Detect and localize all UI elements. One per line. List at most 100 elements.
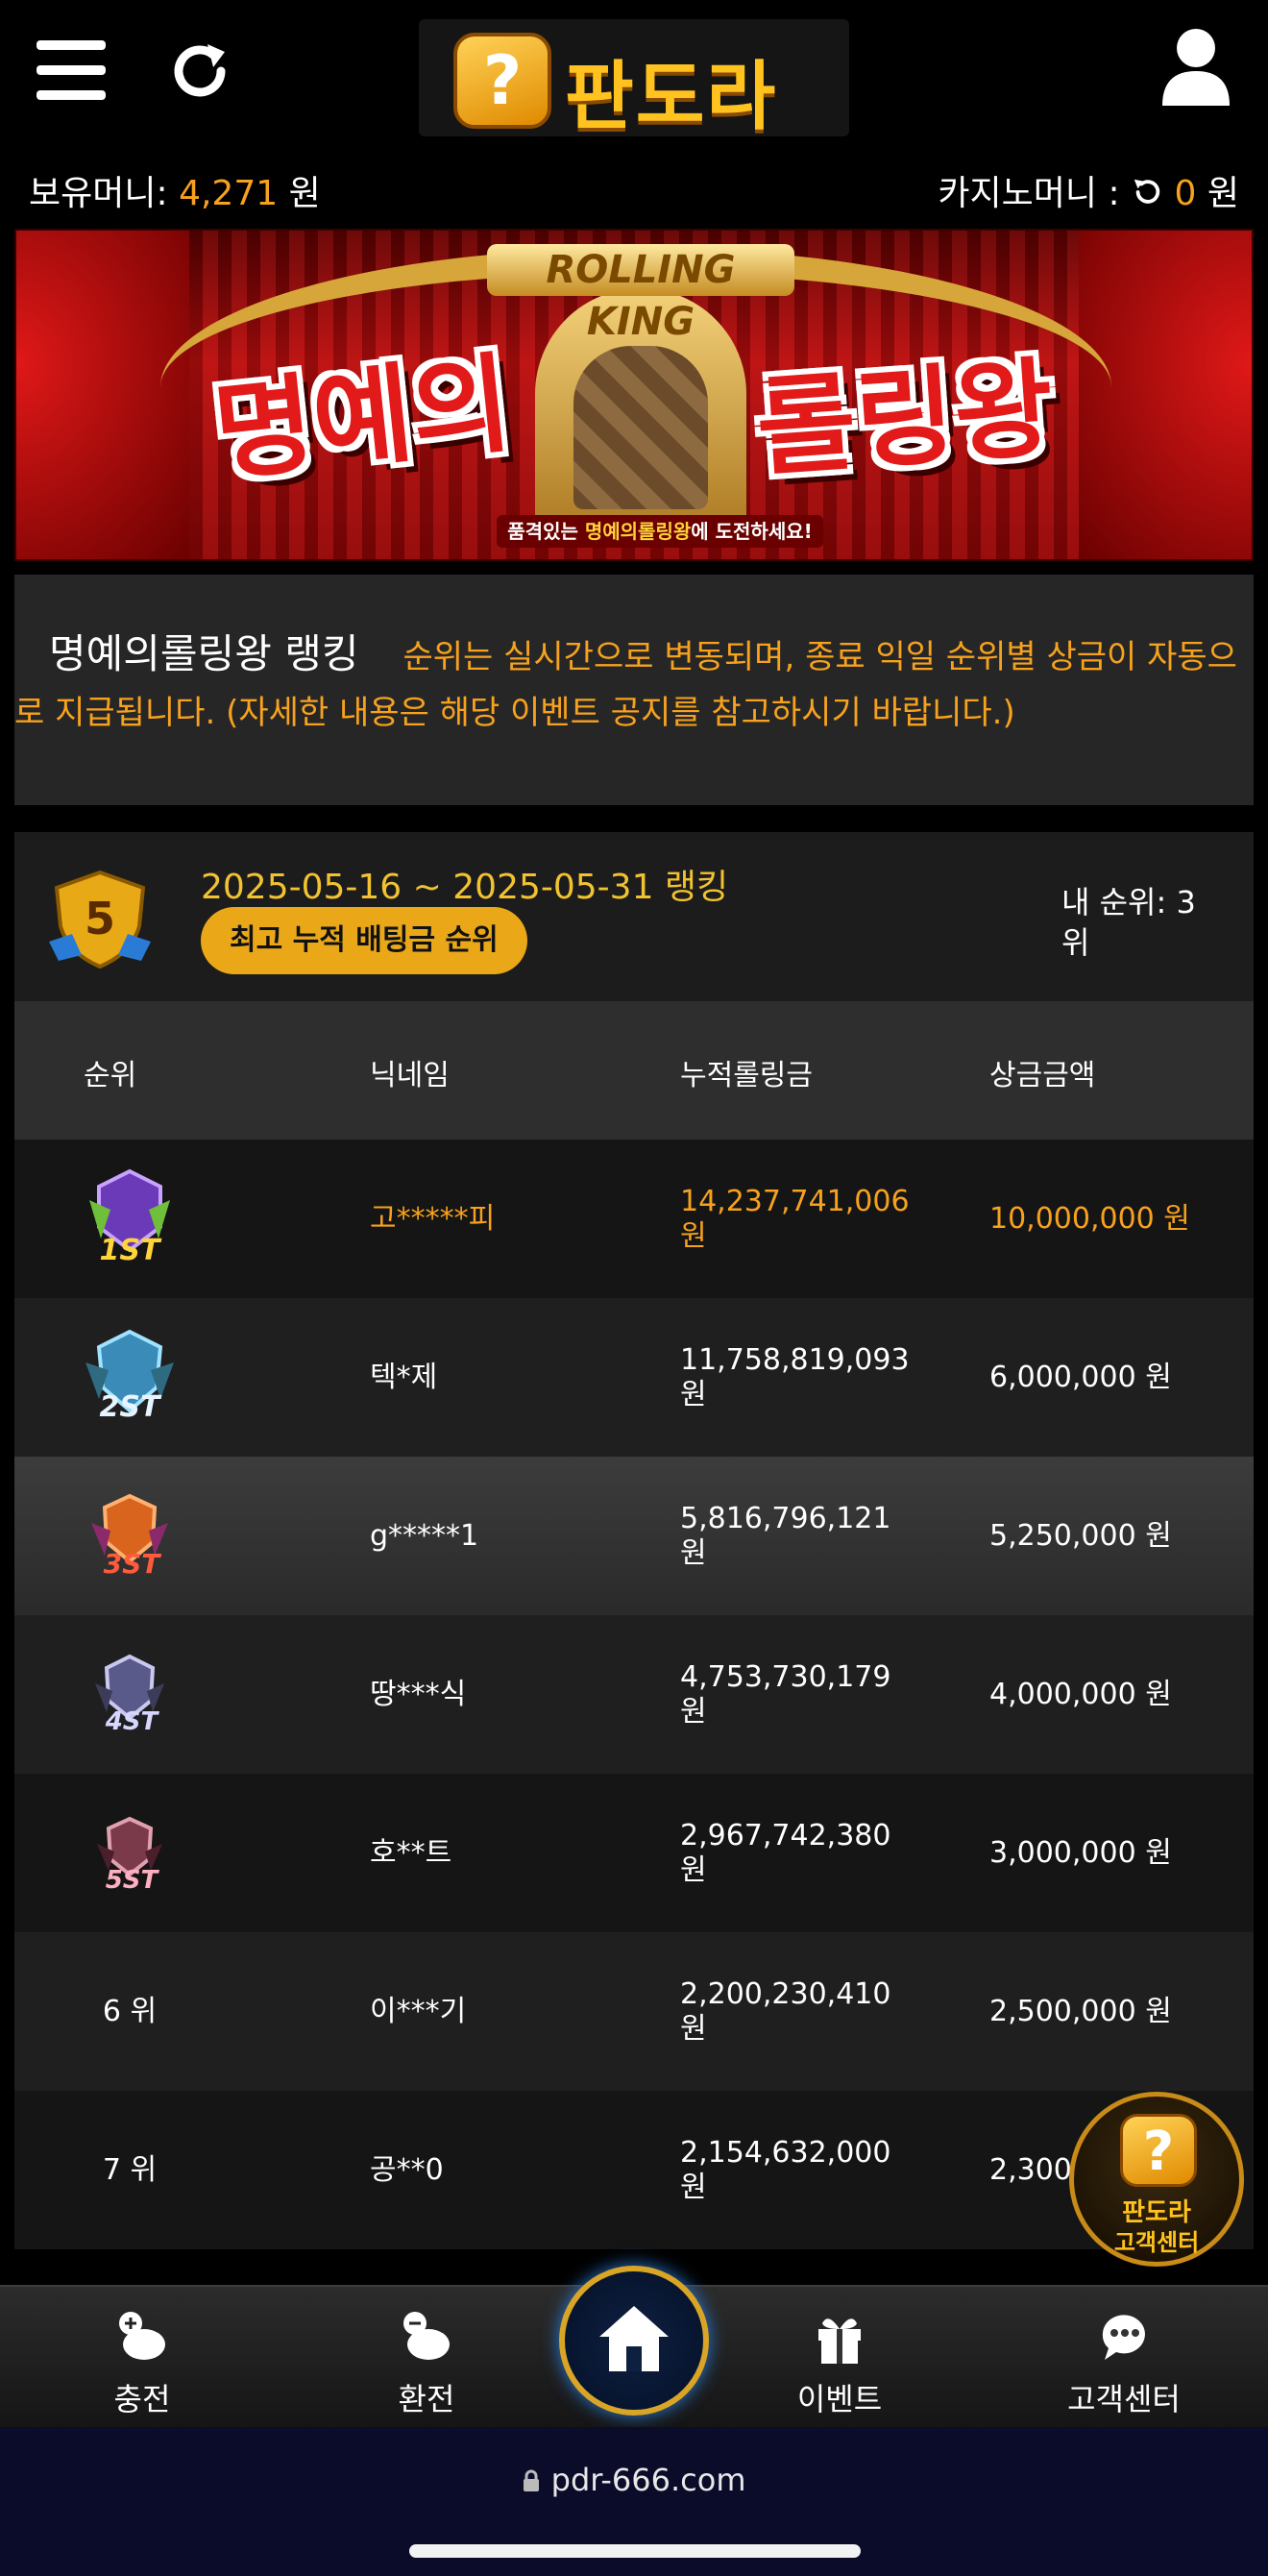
banner-sub-suffix: 에 도전하세요! <box>691 520 813 543</box>
withdraw-piggy-icon <box>403 2312 450 2360</box>
browser-address-bar: pdr-666.com <box>0 2427 1268 2576</box>
header-rank: 순위 <box>84 1059 137 1092</box>
support-line2: 고객센터 <box>1113 2229 1200 2256</box>
row-nickname: g*****1 <box>370 1518 479 1553</box>
ranking-notice: 명예의롤링왕 랭킹 순위는 실시간으로 변동되며, 종료 익일 순위별 상금이 자… <box>14 575 1254 805</box>
site-logo[interactable]: ? 판도라 <box>419 19 849 140</box>
home-icon <box>599 2306 669 2371</box>
header-prize: 상금금액 <box>989 1059 1096 1092</box>
rank-4st-icon: 4ST <box>14 1615 245 1774</box>
svg-text:2ST: 2ST <box>100 1390 162 1424</box>
banner-sub-prefix: 품격있는 <box>507 520 585 543</box>
rank-3st-icon: 3ST <box>14 1457 245 1615</box>
money-unit: 원 <box>288 174 321 213</box>
row-rolling: 2,154,632,000 원 <box>680 2135 891 2204</box>
rolling-king-plate: ROLLING KING <box>487 244 794 344</box>
table-row: 1ST 고*****피 14,237,741,006 원 10,000,000 … <box>14 1140 1254 1298</box>
nav-deposit[interactable]: 충전 <box>46 2287 238 2429</box>
table-row: 2ST 텍*제 11,758,819,093 원 6,000,000 원 <box>14 1298 1254 1457</box>
refresh-icon[interactable] <box>165 37 234 106</box>
casino-label: 카지노머니 : <box>938 174 1120 213</box>
casino-refresh-icon[interactable] <box>1131 174 1174 213</box>
row-rolling: 2,967,742,380 원 <box>680 1818 891 1887</box>
my-rank: 내 순위: 3 위 <box>1061 884 1196 961</box>
nav-withdraw-label: 환전 <box>398 2381 455 2417</box>
notice-text: 명예의롤링왕 랭킹 순위는 실시간으로 변동되며, 종료 익일 순위별 상금이 자… <box>14 626 1254 741</box>
svg-text:5ST: 5ST <box>106 1866 160 1895</box>
home-indicator[interactable] <box>409 2544 861 2558</box>
floating-support-button[interactable]: ? 판도라 고객센터 <box>1069 2092 1244 2267</box>
row-nickname: 공**0 <box>370 2152 444 2187</box>
casino-unit: 원 <box>1207 174 1239 213</box>
row-rolling: 14,237,741,006 원 <box>680 1184 910 1253</box>
chat-support-icon <box>1102 2315 1145 2360</box>
home-button[interactable] <box>559 2266 709 2416</box>
page: ? 판도라 보유머니: 4,271 원 카지노머니 : 0 원 ROLLING … <box>0 0 1268 2576</box>
notice-title: 명예의롤링왕 랭킹 <box>49 630 359 677</box>
row-rolling: 2,200,230,410 원 <box>680 1976 891 2046</box>
rank-badge-number: 5 <box>85 893 115 945</box>
row-rank: 6 위 <box>102 1994 158 2028</box>
hamburger-menu-icon[interactable] <box>37 40 106 100</box>
rank-2st-icon: 2ST <box>14 1298 245 1457</box>
banner-title-left: 명예의 <box>208 341 518 497</box>
logo-text: 판도라 <box>565 54 778 140</box>
nav-deposit-label: 충전 <box>113 2381 171 2417</box>
svg-text:1ST: 1ST <box>100 1234 162 1267</box>
rank-badge-icon: 5 <box>43 867 157 972</box>
row-nickname: 텍*제 <box>370 1360 438 1394</box>
rank-1st-icon: 1ST <box>14 1140 245 1298</box>
row-prize: 5,250,000 원 <box>989 1518 1172 1553</box>
header-rolling: 누적롤링금 <box>680 1059 813 1092</box>
row-nickname: 땅***식 <box>370 1677 467 1711</box>
user-icon[interactable] <box>1158 25 1233 106</box>
ranking-date-range: 2025-05-16 ~ 2025-05-31 랭킹 <box>201 868 729 907</box>
casino-value: 0 <box>1174 174 1197 213</box>
row-prize: 2,500,000 원 <box>989 1994 1172 2028</box>
rolling-king-banner[interactable]: ROLLING KING 명예의 롤링왕 품격있는 명예의롤링왕에 도전하세요! <box>14 229 1254 561</box>
balance-bar: 보유머니: 4,271 원 카지노머니 : 0 원 <box>0 154 1268 225</box>
svg-text:3ST: 3ST <box>104 1548 162 1580</box>
nav-support[interactable]: 고객센터 <box>1028 2287 1220 2429</box>
table-row: 7 위 공**0 2,154,632,000 원 2,300,000 원 <box>14 2091 1254 2249</box>
url-display[interactable]: pdr-666.com <box>0 2462 1268 2498</box>
ranking-header: 5 2025-05-16 ~ 2025-05-31 랭킹 최고 누적 배팅금 순… <box>14 832 1254 1001</box>
table-row: 5ST 호**트 2,967,742,380 원 3,000,000 원 <box>14 1774 1254 1932</box>
rank-5st-icon: 5ST <box>14 1774 245 1932</box>
url-text: pdr-666.com <box>550 2462 746 2498</box>
table-row-highlighted: 3ST g*****1 5,816,796,121 원 5,250,000 원 <box>14 1457 1254 1615</box>
row-rolling: 5,816,796,121 원 <box>680 1501 891 1570</box>
ranking-type-button[interactable]: 최고 누적 배팅금 순위 <box>201 907 527 974</box>
row-nickname: 호**트 <box>370 1835 452 1870</box>
support-question-icon: ? <box>1120 2114 1197 2187</box>
deposit-piggy-icon <box>119 2312 165 2360</box>
row-rolling: 11,758,819,093 원 <box>680 1342 910 1411</box>
banner-sub-highlight: 명예의롤링왕 <box>584 520 692 543</box>
table-row: 4ST 땅***식 4,753,730,179 원 4,000,000 원 <box>14 1615 1254 1774</box>
banner-subtitle: 품격있는 명예의롤링왕에 도전하세요! <box>497 515 823 548</box>
nav-support-label: 고객센터 <box>1067 2381 1181 2417</box>
ranking-table-body: 1ST 고*****피 14,237,741,006 원 10,000,000 … <box>14 1140 1254 2249</box>
row-prize: 6,000,000 원 <box>989 1360 1172 1394</box>
table-row: 6 위 이***기 2,200,230,410 원 2,500,000 원 <box>14 1932 1254 2091</box>
row-prize: 10,000,000 원 <box>989 1201 1190 1236</box>
row-rank: 7 위 <box>102 2152 158 2187</box>
nav-withdraw[interactable]: 환전 <box>330 2287 523 2429</box>
nav-event-label: 이벤트 <box>796 2381 883 2417</box>
row-prize: 3,000,000 원 <box>989 1835 1172 1870</box>
lock-icon <box>522 2462 550 2498</box>
nav-event[interactable]: 이벤트 <box>744 2287 936 2429</box>
row-rolling: 4,753,730,179 원 <box>680 1659 891 1729</box>
money-balance: 보유머니: 4,271 원 <box>29 165 321 215</box>
logo-question-icon: ? <box>453 33 551 129</box>
ranking-table-header: 순위 닉네임 누적롤링금 상금금액 <box>14 1001 1254 1140</box>
gift-icon <box>818 2318 861 2364</box>
header-nickname: 닉네임 <box>370 1059 450 1092</box>
svg-text:4ST: 4ST <box>105 1707 160 1736</box>
casino-balance: 카지노머니 : 0 원 <box>938 165 1239 215</box>
banner-title-right: 롤링왕 <box>752 346 1058 492</box>
money-value: 4,271 <box>179 174 279 213</box>
top-header: ? 판도라 <box>0 0 1268 154</box>
row-nickname: 고*****피 <box>370 1201 496 1236</box>
money-label: 보유머니: <box>29 174 168 213</box>
